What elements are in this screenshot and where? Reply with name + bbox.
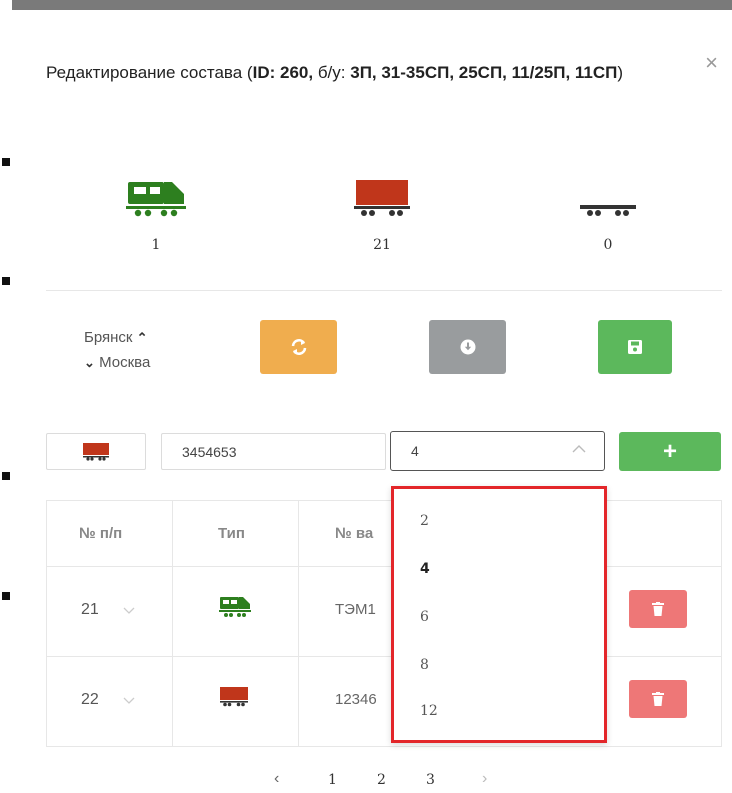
row-wagon-number: ТЭМ1 (335, 601, 376, 618)
title-prefix: Редактирование состава ( (46, 63, 253, 82)
add-button[interactable]: + (619, 432, 721, 471)
page-3[interactable]: 3 (426, 772, 435, 788)
save-button[interactable] (598, 320, 672, 374)
locomotive-count-value: 1 (151, 237, 161, 253)
title-tracks: 3П, 31-35СП, 25СП, 11/25П, 11СП (350, 63, 618, 82)
locomotive-count: 1 (96, 180, 216, 253)
title-mid: б/у: (313, 63, 351, 82)
save-icon (628, 340, 642, 354)
platform-icon (580, 205, 636, 216)
locomotive-icon (219, 597, 251, 617)
trash-icon (652, 602, 664, 616)
row-divider (47, 566, 721, 567)
title-id: ID: 260, (252, 63, 314, 82)
dropdown-option[interactable]: 12 (420, 703, 438, 719)
title-suffix: ) (617, 63, 624, 82)
chevron-down-icon[interactable] (123, 697, 135, 705)
row-wagon-number: 12346 (335, 691, 377, 708)
chevron-up-icon (572, 445, 586, 453)
refresh-button[interactable] (260, 320, 337, 374)
route-to: Москва (99, 354, 151, 371)
wagon-count: 21 (322, 180, 442, 253)
column-divider (172, 501, 173, 746)
position-select[interactable]: 4 (390, 431, 605, 471)
delete-row-button[interactable] (629, 680, 687, 718)
backdrop-mark (2, 472, 10, 480)
route-direction[interactable]: Брянск ⌃ ⌄ Москва (84, 325, 150, 375)
page-1[interactable]: 1 (328, 772, 337, 788)
refresh-icon (291, 339, 306, 355)
row-divider (47, 656, 721, 657)
wagons-table: № п/п Тип № ва 21 ТЭМ1 22 12346 (46, 500, 722, 747)
position-select-value: 4 (411, 443, 419, 459)
backdrop (0, 0, 12, 793)
chevron-up-icon[interactable]: ⌃ (137, 330, 148, 345)
composition-counts: 1 21 0 (12, 180, 732, 270)
chevron-down-icon[interactable] (123, 607, 135, 615)
trash-icon (652, 692, 664, 706)
dropdown-option[interactable]: 2 (420, 513, 429, 529)
page-2[interactable]: 2 (377, 772, 386, 788)
close-icon[interactable]: × (705, 50, 718, 76)
row-position[interactable]: 22 (81, 691, 99, 709)
row-position[interactable]: 21 (81, 601, 99, 619)
dropdown-option-selected[interactable]: 4 (420, 561, 430, 577)
locomotive-icon (126, 182, 186, 217)
platform-count: 0 (548, 180, 668, 253)
header-wagon-number: № ва (335, 525, 374, 542)
dropdown-option[interactable]: 6 (420, 609, 429, 625)
wagon-icon (354, 180, 410, 216)
chevron-down-icon[interactable]: ⌄ (84, 355, 95, 370)
edit-train-modal: Редактирование состава (ID: 260, б/у: 3П… (12, 10, 732, 793)
backdrop-mark (2, 277, 10, 285)
platform-count-value: 0 (603, 237, 613, 253)
delete-row-button[interactable] (629, 590, 687, 628)
position-dropdown: 2 4 6 8 12 (391, 486, 607, 743)
modal-title: Редактирование состава (ID: 260, б/у: 3П… (46, 58, 706, 87)
next-page-button[interactable]: › (482, 770, 487, 788)
download-button[interactable] (429, 320, 506, 374)
backdrop-mark (2, 592, 10, 600)
header-position: № п/п (79, 525, 123, 542)
backdrop-mark (2, 158, 10, 166)
download-icon (460, 339, 475, 355)
divider (46, 290, 722, 291)
route-from: Брянск (84, 329, 133, 346)
wagon-icon (83, 442, 109, 461)
wagon-type-selector[interactable] (46, 433, 146, 470)
header-type: Тип (218, 525, 245, 542)
prev-page-button[interactable]: ‹ (274, 770, 279, 788)
wagon-count-value: 21 (373, 237, 391, 253)
wagon-icon (220, 687, 248, 707)
dropdown-option[interactable]: 8 (420, 657, 429, 673)
column-divider (298, 501, 299, 746)
wagon-number-input[interactable] (161, 433, 386, 470)
